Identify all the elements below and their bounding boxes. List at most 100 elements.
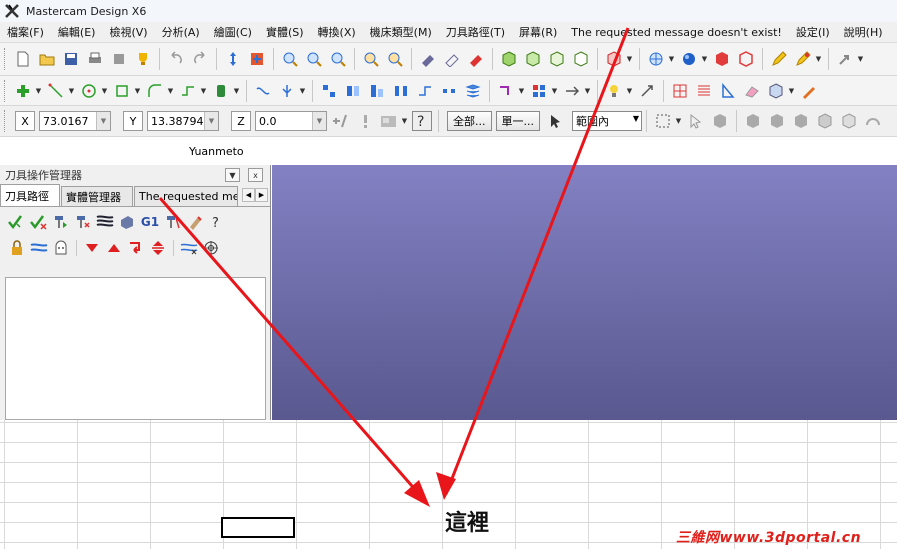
- fast-point-icon[interactable]: [331, 111, 351, 131]
- select-dirty-ops-icon[interactable]: [29, 212, 49, 232]
- cube-red-icon[interactable]: [604, 49, 624, 69]
- box-select-icon[interactable]: [653, 111, 673, 131]
- cube-top-icon[interactable]: [523, 49, 543, 69]
- cube-right-icon[interactable]: [571, 49, 591, 69]
- dropdown-arrow-icon[interactable]: ▼: [584, 81, 591, 101]
- x-coord-button[interactable]: X: [15, 111, 35, 131]
- bulb-icon[interactable]: [604, 81, 624, 101]
- selected-cell[interactable]: [221, 517, 295, 538]
- insert-after-icon[interactable]: [126, 238, 146, 258]
- highlighter-icon[interactable]: [793, 49, 813, 69]
- dropdown-arrow-icon[interactable]: ▼: [233, 81, 240, 101]
- dropdown-arrow-icon[interactable]: ▼: [200, 81, 207, 101]
- verify-icon[interactable]: [117, 212, 137, 232]
- shade-icon[interactable]: [418, 49, 438, 69]
- y-coord-input[interactable]: 13.38794 ▼: [147, 111, 219, 131]
- chevron-right-icon[interactable]: ▶: [255, 188, 268, 202]
- hex-select-5-icon[interactable]: [815, 111, 835, 131]
- help-icon[interactable]: ?: [412, 111, 432, 131]
- zoom-target-icon[interactable]: [361, 49, 381, 69]
- dropdown-arrow-icon[interactable]: ▼: [101, 81, 108, 101]
- red-cube-icon[interactable]: [712, 49, 732, 69]
- zoom-window-icon[interactable]: [280, 49, 300, 69]
- menu-analyze[interactable]: 分析(A): [155, 24, 207, 40]
- toolpath-tree[interactable]: [5, 277, 266, 420]
- dropdown-arrow-icon[interactable]: ▼: [35, 81, 42, 101]
- transform-icon[interactable]: [319, 81, 339, 101]
- cube-front-icon[interactable]: [547, 49, 567, 69]
- toggle-posting-icon[interactable]: [51, 238, 71, 258]
- dimension-icon[interactable]: [637, 81, 657, 101]
- redo-icon[interactable]: [190, 49, 210, 69]
- hex-select-2-icon[interactable]: [743, 111, 763, 131]
- chevron-left-icon[interactable]: ◀: [242, 188, 255, 202]
- open-folder-icon[interactable]: [37, 49, 57, 69]
- project-icon[interactable]: [496, 81, 516, 101]
- toggle-display-icon[interactable]: [29, 238, 49, 258]
- tab-solids-manager[interactable]: 實體管理器: [61, 186, 133, 206]
- hex-select-4-icon[interactable]: [791, 111, 811, 131]
- rectangle-icon[interactable]: [112, 81, 132, 101]
- wire-icon[interactable]: [442, 49, 462, 69]
- lock-icon[interactable]: [7, 238, 27, 258]
- box-icon[interactable]: [766, 81, 786, 101]
- select-all-ops-icon[interactable]: [7, 212, 27, 232]
- menu-file[interactable]: 檔案(F): [0, 24, 51, 40]
- globe-icon[interactable]: [646, 49, 666, 69]
- menu-settings[interactable]: 設定(I): [789, 24, 837, 40]
- menu-missing-message[interactable]: The requested message doesn't exist!: [564, 26, 789, 39]
- trim-icon[interactable]: [253, 81, 273, 101]
- graphics-viewport[interactable]: [272, 165, 897, 420]
- pencil-icon[interactable]: [769, 49, 789, 69]
- zoom-out-icon[interactable]: [328, 49, 348, 69]
- arc-icon[interactable]: [145, 81, 165, 101]
- chevron-down-icon[interactable]: ▼: [96, 112, 110, 130]
- stretch-icon[interactable]: [562, 81, 582, 101]
- dropdown-arrow-icon[interactable]: ▼: [134, 81, 141, 101]
- undo-icon[interactable]: [166, 49, 186, 69]
- cube-iso-icon[interactable]: [499, 49, 519, 69]
- move-up-icon[interactable]: [104, 238, 124, 258]
- y-coord-button[interactable]: Y: [123, 111, 143, 131]
- selection-range-select[interactable]: 範圍內 ▼: [572, 111, 642, 131]
- circle-icon[interactable]: [79, 81, 99, 101]
- move-down-icon[interactable]: [82, 238, 102, 258]
- dropdown-arrow-icon[interactable]: ▼: [299, 81, 306, 101]
- regenerate-dirty-icon[interactable]: [73, 212, 93, 232]
- regenerate-ops-icon[interactable]: [51, 212, 71, 232]
- dropdown-arrow-icon[interactable]: ▼: [167, 81, 174, 101]
- new-file-icon[interactable]: [13, 49, 33, 69]
- menu-view[interactable]: 檢視(V): [102, 24, 154, 40]
- sphere-icon[interactable]: [679, 49, 699, 69]
- dropdown-arrow-icon[interactable]: ▼: [401, 111, 408, 131]
- chevron-down-icon[interactable]: ▼: [312, 112, 326, 130]
- panel-close-button[interactable]: x: [248, 168, 263, 182]
- zoom-prev-icon[interactable]: [385, 49, 405, 69]
- offset-icon[interactable]: [415, 81, 435, 101]
- menu-help[interactable]: 說明(H): [837, 24, 890, 40]
- tab-toolpaths[interactable]: 刀具路徑: [0, 184, 60, 206]
- hex-select-3-icon[interactable]: [767, 111, 787, 131]
- cylinder-icon[interactable]: [211, 81, 231, 101]
- menu-edit[interactable]: 編輯(E): [51, 24, 103, 40]
- point-icon[interactable]: [13, 81, 33, 101]
- menu-machine-type[interactable]: 機床類型(M): [363, 24, 439, 40]
- backplot-icon[interactable]: [95, 212, 115, 232]
- toolbar-grip[interactable]: [4, 79, 7, 102]
- vector-select-icon[interactable]: [686, 111, 706, 131]
- dropdown-arrow-icon[interactable]: ▼: [815, 49, 822, 69]
- toolbar-grip[interactable]: [4, 110, 7, 132]
- dropdown-arrow-icon[interactable]: ▼: [518, 81, 525, 101]
- hex-select-icon[interactable]: [710, 111, 730, 131]
- select-all-button[interactable]: 全部...: [447, 111, 492, 131]
- wave-display-icon[interactable]: [179, 238, 199, 258]
- zoom-in-icon[interactable]: [304, 49, 324, 69]
- save-icon[interactable]: [61, 49, 81, 69]
- pan-icon[interactable]: [223, 49, 243, 69]
- layer-icon[interactable]: [463, 81, 483, 101]
- dropdown-arrow-icon[interactable]: ▼: [788, 81, 795, 101]
- dropdown-arrow-icon[interactable]: ▼: [551, 81, 558, 101]
- mirror-icon[interactable]: [343, 81, 363, 101]
- solid-select-icon[interactable]: [839, 111, 859, 131]
- hatch-icon[interactable]: [694, 81, 714, 101]
